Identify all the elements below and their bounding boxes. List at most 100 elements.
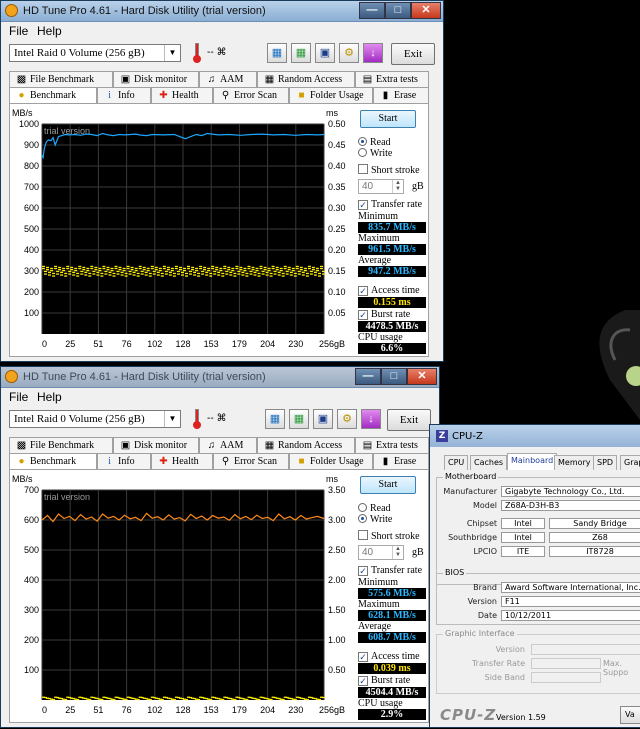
drive-select[interactable]: Intel Raid 0 Volume (256 gB) ▼ [9, 410, 181, 428]
temperature-readout: -- ⌘ [207, 413, 227, 424]
read-access-time-point [189, 273, 192, 275]
maximize-button[interactable]: □ [385, 2, 411, 19]
tab-file-benchmark[interactable]: ▩ File Benchmark [9, 71, 113, 87]
read-access-time-point [211, 265, 215, 268]
exit-button[interactable]: Exit [391, 43, 435, 65]
copy-info-icon[interactable]: ▦ [267, 43, 287, 63]
tab-file-benchmark[interactable]: ▩ File Benchmark [9, 437, 113, 453]
read-access-time-point [108, 274, 112, 276]
minimize-button[interactable]: — [359, 2, 385, 19]
copy-info-icon[interactable]: ▦ [265, 409, 285, 429]
save-icon[interactable]: ▣ [313, 409, 333, 429]
magnifier-icon: ⚲ [221, 90, 230, 101]
read-access-time-point [197, 272, 201, 275]
menu-file[interactable]: File [9, 24, 28, 38]
tab-aam[interactable]: ♫ AAM [199, 71, 257, 87]
menu-help[interactable]: Help [37, 390, 62, 404]
transfer-rate-checkbox[interactable]: ✓ Transfer rate [358, 199, 422, 210]
write-radio[interactable]: Write [358, 514, 392, 525]
y-tick-label-left: 600 [24, 203, 39, 213]
average-value: 608.7 MB/s [358, 632, 426, 643]
tab-folder-usage[interactable]: ■ Folder Usage [289, 453, 373, 469]
tab-info[interactable]: i Info [97, 87, 151, 103]
tab-error-scan[interactable]: ⚲ Error Scan [213, 453, 289, 469]
copy-screenshot-icon[interactable]: ▦ [289, 409, 309, 429]
write-radio[interactable]: Write [358, 148, 392, 159]
download-icon[interactable]: ↓ [361, 409, 381, 429]
tab-error-scan[interactable]: ⚲ Error Scan [213, 87, 289, 103]
read-access-time-point [98, 269, 102, 272]
tab-extra-tests[interactable]: ▤ Extra tests [355, 437, 429, 453]
maximum-value: 628.1 MB/s [358, 610, 426, 621]
motherboard-group: Motherboard Manufacturer Gigabyte Techno… [436, 472, 640, 585]
cpuz-title-bar[interactable]: Z CPU-Z [430, 425, 640, 447]
validate-button[interactable]: Va [620, 706, 640, 724]
title-bar[interactable]: HD Tune Pro 4.61 - Hard Disk Utility (tr… [1, 367, 439, 388]
access-time-checkbox[interactable]: ✓ Access time [358, 285, 420, 296]
tab-health[interactable]: ✚ Health [151, 87, 213, 103]
close-button[interactable]: ✕ [411, 2, 441, 19]
title-bar[interactable]: HD Tune Pro 4.61 - Hard Disk Utility (tr… [1, 1, 443, 22]
tab-caches[interactable]: Caches [470, 455, 508, 470]
tab-health[interactable]: ✚ Health [151, 453, 213, 469]
access-time-checkbox[interactable]: ✓ Access time [358, 651, 420, 662]
tab-mainboard[interactable]: Mainboard [507, 453, 558, 470]
tab-benchmark[interactable]: ● Benchmark [9, 87, 97, 104]
read-access-time-point [223, 267, 227, 270]
maximize-button[interactable]: □ [381, 368, 407, 385]
tab-graphics[interactable]: Grap [620, 455, 640, 470]
tab-extra-tests[interactable]: ▤ Extra tests [355, 71, 429, 87]
tab-info[interactable]: i Info [97, 453, 151, 469]
burst-rate-checkbox[interactable]: ✓ Burst rate [358, 675, 410, 686]
tab-memory[interactable]: Memory [554, 455, 595, 470]
tab-folder-usage[interactable]: ■ Folder Usage [289, 87, 373, 103]
tab-cpu[interactable]: CPU [444, 455, 469, 470]
minimize-button[interactable]: — [355, 368, 381, 385]
read-access-time-point [257, 272, 261, 275]
download-icon[interactable]: ↓ [363, 43, 383, 63]
tab-disk-monitor[interactable]: ▣ Disk monitor [113, 437, 199, 453]
tab-erase[interactable]: ▮ Erase [373, 87, 429, 103]
close-button[interactable]: ✕ [407, 368, 437, 385]
tab-disk-monitor[interactable]: ▣ Disk monitor [113, 71, 199, 87]
thermometer-icon [193, 43, 201, 63]
read-access-time-point [120, 274, 124, 276]
write-access-time-point [245, 698, 249, 701]
tab-benchmark[interactable]: ● Benchmark [9, 453, 97, 470]
options-icon[interactable]: ⚙ [337, 409, 357, 429]
short-stroke-checkbox[interactable]: Short stroke [358, 530, 420, 542]
tab-erase[interactable]: ▮ Erase [373, 453, 429, 469]
burst-rate-checkbox[interactable]: ✓ Burst rate [358, 309, 410, 320]
short-stroke-spinner[interactable]: 40 ▲ ▼ [358, 179, 404, 194]
start-button[interactable]: Start [360, 110, 416, 128]
transfer-rate-checkbox[interactable]: ✓ Transfer rate [358, 565, 422, 576]
read-access-time-point [322, 273, 325, 275]
motherboard-group-title: Motherboard [443, 472, 499, 481]
short-stroke-spinner[interactable]: 40 ▲ ▼ [358, 545, 404, 560]
menu-file[interactable]: File [9, 390, 28, 404]
copy-screenshot-icon[interactable]: ▦ [291, 43, 311, 63]
read-access-time-point [271, 265, 275, 268]
tab-random-access[interactable]: ▦ Random Access [257, 71, 355, 87]
speaker-icon: ♫ [207, 74, 216, 85]
tab-aam[interactable]: ♫ AAM [199, 437, 257, 453]
options-icon[interactable]: ⚙ [339, 43, 359, 63]
tab-spd[interactable]: SPD [593, 455, 618, 470]
menu-help[interactable]: Help [37, 24, 62, 38]
read-radio[interactable]: Read [358, 137, 391, 148]
read-access-time-point [193, 271, 197, 274]
read-access-time-point [305, 275, 309, 277]
read-access-time-point [307, 267, 311, 270]
tab-random-access[interactable]: ▦ Random Access [257, 437, 355, 453]
read-access-time-point [44, 273, 47, 275]
exit-button[interactable]: Exit [387, 409, 431, 431]
read-access-time-point [82, 268, 86, 271]
start-button[interactable]: Start [360, 476, 416, 494]
write-radio-dot [358, 514, 367, 523]
x-tick-label: 51 [93, 339, 103, 349]
read-access-time-point [267, 269, 271, 272]
short-stroke-checkbox[interactable]: Short stroke [358, 164, 420, 176]
drive-select[interactable]: Intel Raid 0 Volume (256 gB) ▼ [9, 44, 181, 62]
save-icon[interactable]: ▣ [315, 43, 335, 63]
read-radio[interactable]: Read [358, 503, 391, 514]
